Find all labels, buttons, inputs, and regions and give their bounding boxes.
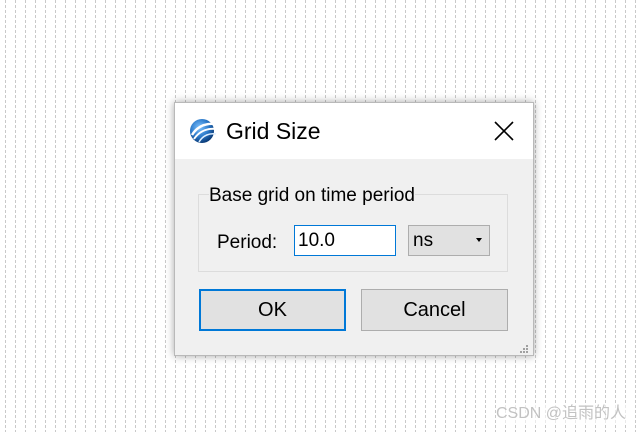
chevron-down-icon (476, 238, 482, 242)
close-button[interactable] (487, 115, 521, 147)
dialog-title: Grid Size (226, 118, 321, 144)
group-legend: Base grid on time period (209, 184, 415, 208)
period-label: Period: (217, 232, 278, 253)
dialog-titlebar: Grid Size (175, 103, 533, 159)
unit-select-value: ns (413, 230, 434, 251)
ok-button[interactable]: OK (199, 289, 346, 331)
watermark: CSDN @追雨的人 (495, 404, 626, 424)
period-input[interactable] (294, 225, 396, 256)
globe-app-icon (188, 116, 218, 146)
unit-select[interactable]: ns (408, 225, 490, 256)
close-icon (494, 121, 514, 141)
cancel-button[interactable]: Cancel (361, 289, 508, 331)
resize-grip-icon[interactable] (519, 341, 529, 353)
grid-size-dialog: Grid Size Base grid on time period Perio… (174, 102, 534, 356)
